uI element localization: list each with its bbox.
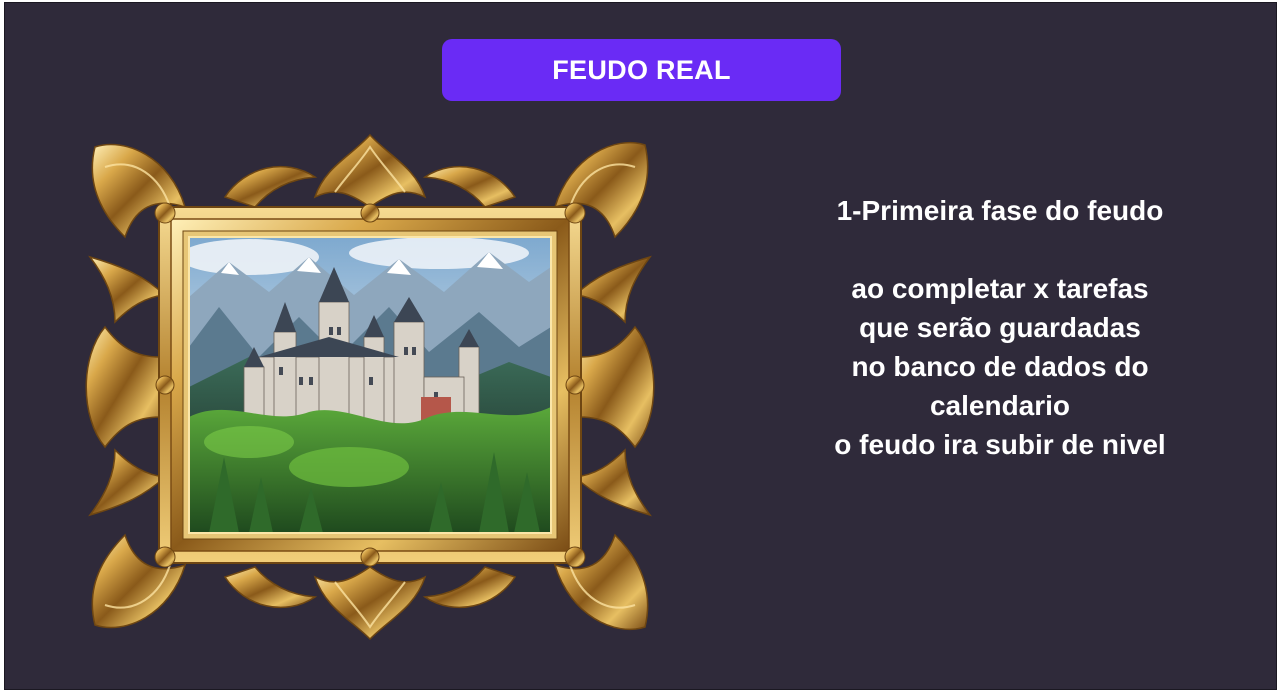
ornate-gold-frame [85,133,655,641]
castle-landscape-image [189,237,551,533]
description-line: calendario [929,390,1071,421]
description-line: ao completar x tarefas [851,273,1149,304]
description-line: o feudo ira subir de nivel [834,429,1166,460]
feudo-real-button[interactable]: FEUDO REAL [442,39,841,101]
description-line: que serão guardadas [859,312,1141,343]
castle-painting [75,127,665,645]
feudo-real-label: FEUDO REAL [552,54,731,85]
feudo-description: 1-Primeira fase do feudo ao completar x … [785,191,1215,464]
slide-canvas: FEUDO REAL 1-Primeira fase do feudo ao c… [4,2,1277,690]
phase-heading: 1-Primeira fase do feudo [836,195,1164,226]
description-line: no banco de dados do [851,351,1149,382]
